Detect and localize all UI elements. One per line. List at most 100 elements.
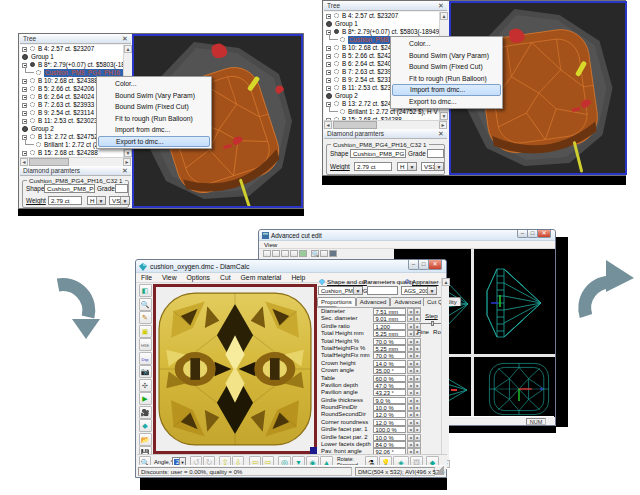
ace-tool-green[interactable]	[299, 250, 307, 257]
spin-down-icon[interactable]: ◂	[407, 389, 414, 396]
tool-zoom-icon[interactable]: 🔍	[139, 298, 152, 311]
tab-advanced[interactable]: Advanced	[356, 297, 391, 306]
params-close-icon[interactable]: ✕	[437, 130, 445, 138]
expand-icon[interactable]	[22, 95, 27, 100]
chevron-down-icon[interactable]: ▼	[427, 287, 436, 294]
spin-up-icon[interactable]: ▸	[414, 308, 421, 315]
menu-item[interactable]: Bound Swim (Fixed Cut)	[98, 101, 210, 113]
spin-up-icon[interactable]: ▸	[414, 426, 421, 433]
expand-icon[interactable]	[22, 119, 27, 124]
tree-close-icon[interactable]: ✕	[437, 2, 445, 10]
dc-menu-item[interactable]: Options	[182, 273, 215, 282]
resize-grip[interactable]	[435, 466, 444, 475]
tool-movie-icon[interactable]: 🎥	[139, 406, 152, 419]
tree-row-label[interactable]: Group 2	[335, 92, 358, 100]
tool-render-icon[interactable]: ◧	[139, 284, 152, 297]
dc-menu-item[interactable]: File	[136, 273, 157, 282]
spin-up-icon[interactable]: ▸	[414, 419, 421, 426]
ace-tool-1[interactable]	[263, 250, 271, 257]
tool-camera-icon[interactable]: 📷	[139, 365, 152, 378]
param-value-field[interactable]: 43.23 °	[373, 389, 406, 396]
tree-row[interactable]: Brillant 1: 2.72 ct (24752 $), H V	[324, 108, 439, 116]
params-panel-header[interactable]: Diamond paramters ✕	[20, 166, 131, 176]
dc-close-button[interactable]: ✕	[428, 260, 442, 270]
spin-down-icon[interactable]: ◂	[407, 419, 414, 426]
ace-tool-2[interactable]	[272, 250, 280, 257]
spin-up-icon[interactable]: ▸	[414, 397, 421, 404]
menu-item[interactable]: Fit to rough (Run Balloon)	[392, 73, 501, 85]
spin-up-icon[interactable]: ▸	[414, 345, 421, 352]
tool-dsp-icon[interactable]: Dsp	[139, 352, 152, 365]
param-value-field[interactable]: 9.01 mm	[373, 315, 406, 322]
scroll-up-icon[interactable]: ▲	[442, 278, 450, 286]
param-value-field[interactable]: 9.0 %	[373, 397, 406, 404]
menu-item[interactable]: Import from dmc...	[392, 84, 501, 96]
dc-menu-item[interactable]: Help	[286, 273, 310, 282]
scroll-up-icon[interactable]: ▲	[440, 12, 448, 20]
spin-down-icon[interactable]: ◂	[407, 308, 414, 315]
params-panel-header[interactable]: Diamond paramters ✕	[324, 129, 447, 139]
expand-icon[interactable]	[326, 54, 331, 59]
param-value-field[interactable]: 1.200	[373, 323, 406, 330]
spin-down-icon[interactable]: ◂	[407, 397, 414, 404]
spin-up-icon[interactable]: ▸	[414, 375, 421, 382]
expand-icon[interactable]	[326, 62, 331, 67]
param-value-field[interactable]: 14.0 %	[373, 360, 406, 367]
scroll-right-icon[interactable]: ►	[439, 121, 447, 129]
chevron-down-icon[interactable]: ▼	[434, 163, 443, 170]
menu-item[interactable]: Color...	[392, 38, 501, 50]
spin-down-icon[interactable]: ◂	[407, 367, 414, 374]
tree-row-label[interactable]: Group 1	[31, 53, 54, 61]
param-value-field[interactable]: 12.0 %	[373, 419, 406, 426]
tree-row-label[interactable]: B 7: 2.63 ct. $23933	[38, 101, 94, 109]
tree-row-label[interactable]: B 15: 2.68 ct. $24288	[38, 149, 98, 157]
spin-down-icon[interactable]: ◂	[407, 404, 414, 411]
spin-up-icon[interactable]: ▸	[414, 389, 421, 396]
params-close-icon[interactable]: ✕	[121, 167, 129, 175]
tree-row-label[interactable]: B 13: 2.72 ct. $24752	[38, 133, 98, 141]
grade-field[interactable]	[427, 149, 444, 158]
spin-down-icon[interactable]: ◂	[407, 434, 414, 441]
ace-tool-3[interactable]	[281, 250, 289, 257]
dc-menu-item[interactable]: View	[157, 273, 182, 282]
chevron-down-icon[interactable]: ▼	[96, 197, 105, 204]
spin-up-icon[interactable]: ▸	[414, 338, 421, 345]
tree-row-label[interactable]: Brillant 1: 2.72 ct (24752 $), H V	[348, 108, 438, 116]
tree-row-label[interactable]: B 5: 2.66 ct. $24206	[38, 85, 94, 93]
color-combo[interactable]: H▼	[87, 196, 106, 205]
param-value-field[interactable]: 60.0 %	[373, 375, 406, 382]
dc-menu-item[interactable]: Gem material	[236, 273, 287, 282]
spin-down-icon[interactable]: ◂	[407, 382, 414, 389]
expand-icon[interactable]	[326, 78, 331, 83]
spin-up-icon[interactable]: ▸	[414, 404, 421, 411]
spin-down-icon[interactable]: ◂	[407, 375, 414, 382]
tree-row[interactable]: Group 1	[324, 20, 439, 28]
spin-down-icon[interactable]: ◂	[407, 315, 414, 322]
tree-row[interactable]: B 4: 2.57 ct. $23207	[324, 12, 439, 20]
hscroll-thumb[interactable]	[29, 158, 69, 166]
param-value-field[interactable]: 84.0 %	[373, 441, 406, 448]
tree-row[interactable]: B 4: 2.57 ct. $23207	[20, 45, 123, 53]
shape-cut-combo[interactable]: Cushion_PM8_PG4_P▼	[318, 286, 363, 295]
tree-row-label[interactable]: Group 2	[31, 125, 54, 133]
spin-up-icon[interactable]: ▸	[414, 352, 421, 359]
tree-row-label[interactable]: B 6: 2.64 ct. $24024	[38, 93, 94, 101]
scroll-up-icon[interactable]: ▲	[124, 45, 132, 53]
spin-up-icon[interactable]: ▸	[414, 367, 421, 374]
appraiser-combo[interactable]: AGS_2005▼	[401, 286, 437, 295]
menu-item[interactable]: Bound Swim (Vary Param)	[98, 90, 210, 102]
param-value-field[interactable]: 47.0 %	[373, 382, 406, 389]
tree-panel-header[interactable]: Tree ✕	[324, 1, 447, 11]
tree-row-label[interactable]: B 11: 2.53 ct. $23023	[38, 117, 97, 125]
param-value-field[interactable]: 70.0 %	[373, 338, 406, 345]
shape-field[interactable]: Cushion_PM8_PG	[44, 184, 95, 193]
shape-field[interactable]: Cushion_PM8_PG	[350, 149, 406, 158]
expand-icon[interactable]	[326, 14, 331, 19]
spin-up-icon[interactable]: ▸	[414, 360, 421, 367]
tab-proportions[interactable]: Proportions	[317, 297, 356, 306]
ace-tool-4[interactable]	[290, 250, 298, 257]
tree-row-label[interactable]: B 4: 2.57 ct. $23207	[342, 12, 398, 20]
expand-icon[interactable]	[22, 87, 27, 92]
scroll-left-icon[interactable]: ◄	[324, 121, 332, 129]
spin-down-icon[interactable]: ◂	[407, 352, 414, 359]
